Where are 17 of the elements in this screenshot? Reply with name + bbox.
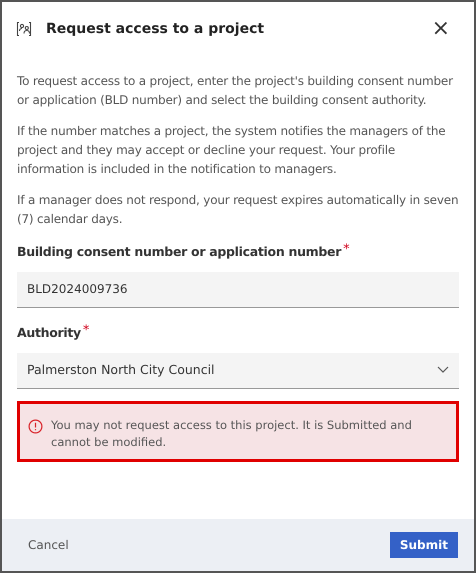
submit-button[interactable]: Submit: [390, 532, 458, 558]
dialog-title: Request access to a project: [46, 20, 266, 38]
required-asterisk: *: [343, 243, 350, 256]
description-text: To request access to a project, enter the project's building consent number or application (BLD number) and select the building consent authority.: [17, 73, 454, 109]
field-label: Building consent number or application number: [17, 243, 342, 261]
chevron-down-icon: [437, 366, 449, 374]
authority-select[interactable]: Palmerston North City Council: [17, 352, 459, 388]
alert-icon: [28, 418, 43, 434]
error-message: You may not request access to this project. It is Submitted and cannot be modified.: [51, 416, 413, 450]
description-text: If the number matches a project, the system notifies the managers of the project and they may accept or decline your request. Your profile information is included in the notification to managers.: [17, 123, 446, 178]
required-asterisk: *: [82, 324, 90, 337]
consent-number-input[interactable]: BLD2024009736: [17, 272, 459, 308]
description-text: If a manager does not respond, your request expires automatically in seven (7) calendar days.: [17, 192, 459, 228]
user-badge-icon: [16, 21, 32, 37]
close-button[interactable]: ×: [428, 18, 454, 40]
field-label: Authority: [17, 324, 81, 342]
cancel-button[interactable]: Cancel: [18, 530, 79, 560]
